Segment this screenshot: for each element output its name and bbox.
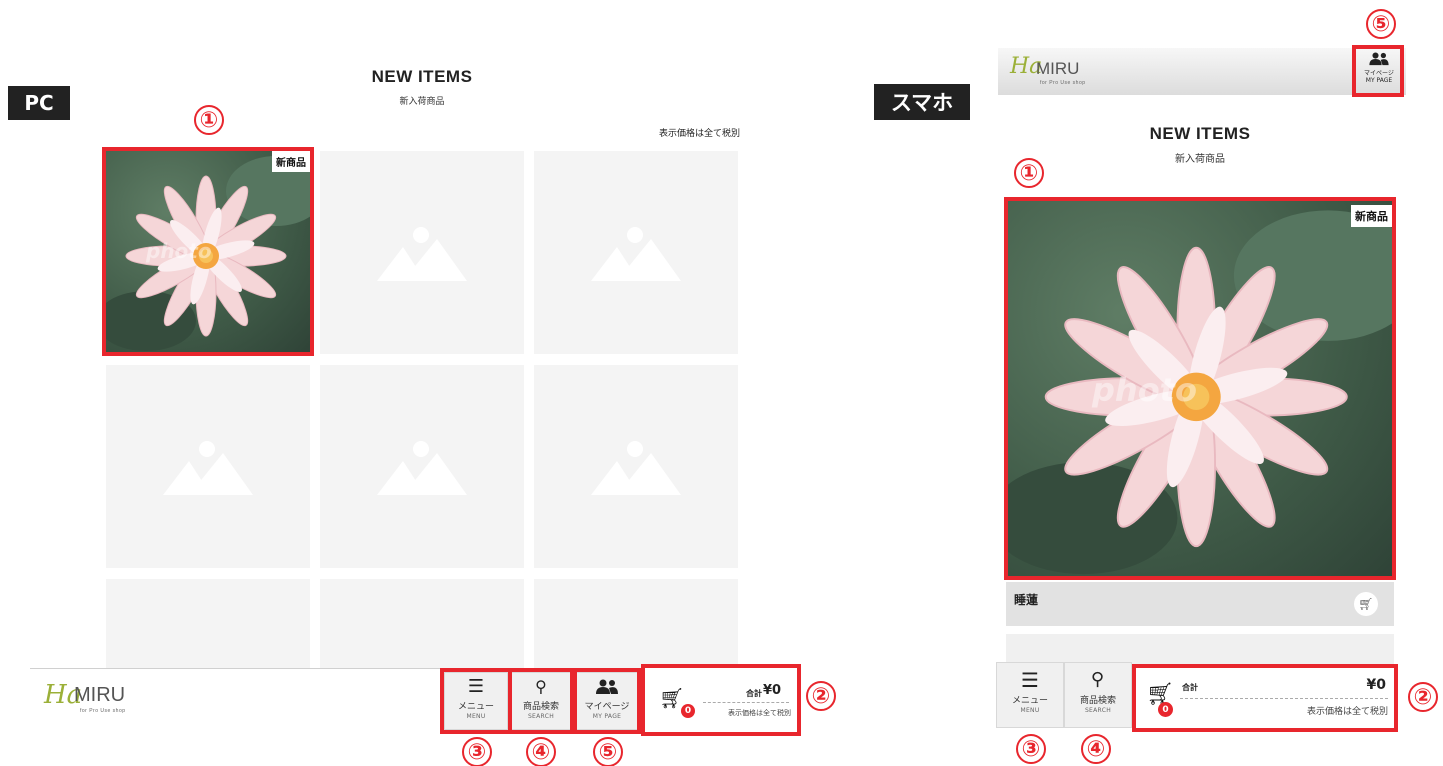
sp-product-name: 睡蓮 — [1014, 593, 1039, 607]
pc-marker-menu: ③ — [462, 737, 492, 766]
pc-product-placeholder[interactable] — [534, 151, 738, 354]
pc-mypage-highlight — [573, 668, 641, 734]
pc-tag: PC — [8, 86, 70, 120]
pc-marker-search: ④ — [526, 737, 556, 766]
sp-next-card-peek — [1006, 634, 1394, 664]
sp-mypage-highlight — [1352, 45, 1404, 97]
pc-cart-highlight — [641, 664, 801, 736]
pc-search-highlight — [508, 668, 574, 734]
pc-product-placeholder[interactable] — [320, 365, 524, 568]
pc-tax-note: 表示価格は全て税別 — [658, 129, 740, 139]
pc-marker-item: ① — [194, 105, 224, 135]
sp-product-name-bar[interactable]: 睡蓮 🛒︎ — [1006, 582, 1394, 626]
pc-page-title: NEW ITEMS — [371, 67, 473, 86]
sp-logo-caption: for Pro Use shop — [1040, 80, 1086, 86]
pc-product-placeholder[interactable] — [534, 365, 738, 568]
search-icon: ⚲ — [1091, 669, 1105, 690]
sp-search-en: SEARCH — [1084, 707, 1112, 714]
pc-product-placeholder[interactable] — [320, 579, 524, 668]
pc-product-placeholder[interactable] — [106, 365, 310, 568]
sp-marker-item: ① — [1014, 158, 1044, 188]
pc-menu-highlight — [440, 668, 512, 734]
sp-page-title: NEW ITEMS — [1149, 124, 1251, 143]
image-placeholder-icon — [591, 440, 681, 495]
sp-marker-cart: ② — [1408, 682, 1438, 712]
sp-menu-label: メニュー — [1011, 696, 1048, 706]
pc-page-subtitle: 新入荷商品 — [399, 97, 445, 107]
pc-product-placeholder[interactable] — [534, 579, 738, 668]
image-placeholder-icon — [377, 226, 467, 281]
sp-cart-highlight — [1132, 664, 1398, 732]
pc-logo-caption: for Pro Use shop — [80, 708, 126, 714]
sp-page-subtitle: 新入荷商品 — [1175, 154, 1225, 165]
pc-product-placeholder[interactable] — [320, 151, 524, 354]
pc-product-placeholder[interactable] — [106, 579, 310, 668]
image-placeholder-icon — [591, 226, 681, 281]
sp-tag: スマホ — [874, 84, 970, 120]
image-placeholder-icon — [377, 440, 467, 495]
pc-marker-cart: ② — [806, 681, 836, 711]
add-to-cart-icon[interactable]: 🛒︎ — [1354, 592, 1378, 616]
sp-marker-search: ④ — [1081, 734, 1111, 764]
image-placeholder-icon — [163, 440, 253, 495]
sp-menu-button[interactable]: ☰ メニュー MENU — [996, 662, 1064, 728]
pc-logo[interactable]: Ha MIRU for Pro Use shop — [44, 680, 154, 720]
sp-logo-text: MIRU — [1036, 59, 1080, 78]
sp-menu-en: MENU — [1020, 707, 1040, 714]
pc-marker-mypage: ⑤ — [593, 737, 623, 766]
sp-logo[interactable]: Ha MIRU for Pro Use shop — [1010, 54, 1110, 90]
sp-marker-menu: ③ — [1016, 734, 1046, 764]
sp-search-button[interactable]: ⚲ 商品検索 SEARCH — [1064, 662, 1132, 728]
hamburger-icon: ☰ — [1021, 668, 1039, 692]
sp-marker-mypage: ⑤ — [1366, 9, 1396, 39]
pc-logo-text: MIRU — [74, 684, 126, 706]
sp-item-highlight — [1004, 197, 1396, 580]
pc-item-highlight — [102, 147, 314, 356]
sp-search-label: 商品検索 — [1079, 696, 1116, 706]
